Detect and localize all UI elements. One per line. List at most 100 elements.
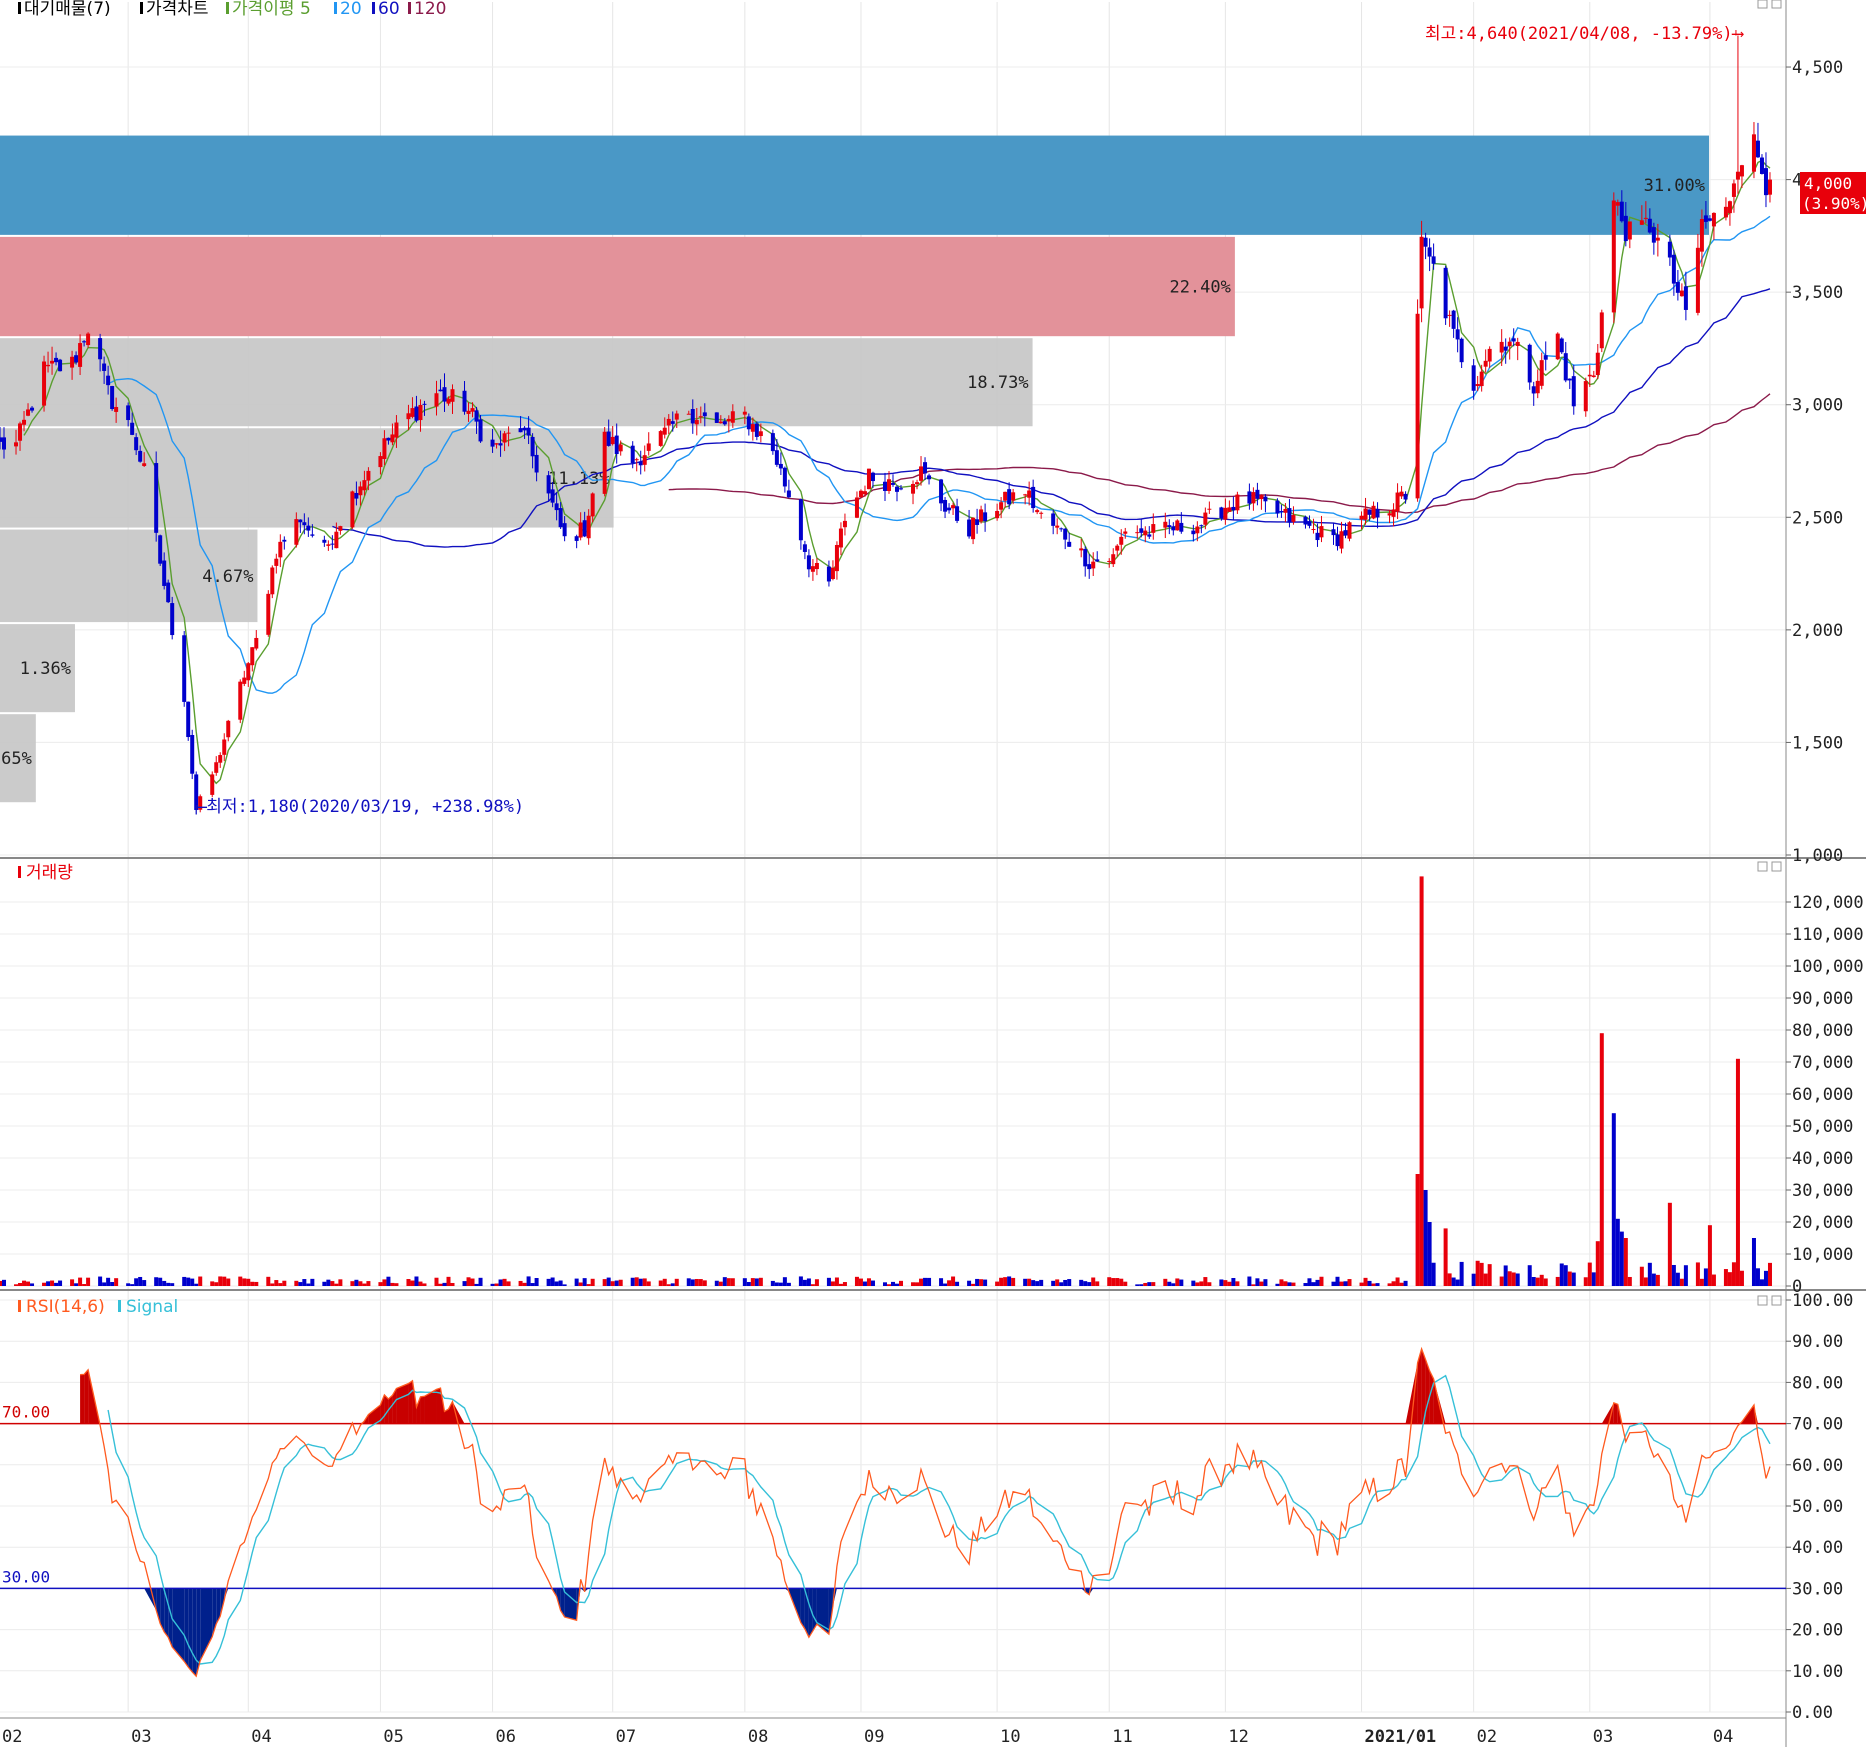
volume-bar: [1259, 1282, 1263, 1286]
candle-body: [535, 455, 539, 473]
candle-body: [575, 536, 579, 541]
volume-bar: [1612, 1113, 1616, 1286]
candle-body: [1259, 495, 1263, 499]
candle-body: [1083, 549, 1087, 566]
volume-legend: 거래량: [18, 863, 73, 883]
volume-bar: [1227, 1282, 1231, 1286]
candle-body: [447, 399, 451, 404]
volume-bar: [1123, 1282, 1127, 1286]
candle-body: [1488, 349, 1492, 362]
volume-bar: [1540, 1275, 1544, 1286]
volume-bar: [559, 1281, 563, 1286]
candle-body: [1207, 509, 1211, 510]
candle-body: [731, 411, 735, 422]
candle-body: [1456, 329, 1460, 339]
volume-bar: [126, 1283, 130, 1286]
volume-bar: [98, 1277, 102, 1286]
rsi-oversold-fill: [144, 1588, 156, 1610]
candle-body: [350, 491, 354, 527]
volume-bar: [1652, 1274, 1656, 1286]
price-tick-label: 2,500: [1792, 508, 1843, 528]
volume-bar: [575, 1279, 579, 1286]
volume-bar: [555, 1281, 559, 1286]
candle-body: [915, 482, 919, 484]
volume-bar: [951, 1277, 955, 1286]
candle-body: [1007, 489, 1011, 504]
rsi-overbought-fill: [1614, 1403, 1618, 1424]
candle-body: [190, 735, 194, 774]
candle-body: [887, 479, 891, 491]
volume-bar: [218, 1276, 222, 1286]
month-label: 02: [2, 1727, 22, 1747]
candle-body: [106, 376, 110, 385]
candle-body: [22, 420, 26, 425]
volume-bar: [1135, 1284, 1139, 1286]
volume-bar: [715, 1281, 719, 1286]
candle-body: [30, 408, 34, 411]
candle-body: [663, 428, 667, 435]
candle-body: [1167, 525, 1171, 527]
volume-bar: [1560, 1263, 1564, 1286]
volume-bar: [863, 1282, 867, 1286]
candle-body: [503, 433, 507, 442]
volume-bar: [871, 1281, 875, 1286]
candle-body: [1432, 256, 1436, 263]
volume-bar: [1424, 1190, 1428, 1286]
candle-body: [1291, 515, 1295, 522]
stock-chart[interactable]: 31.00%22.40%18.73%11.13%4.67%1.36%0.65% …: [0, 0, 1866, 1751]
volume-bar: [955, 1282, 959, 1286]
volume-bar: [442, 1283, 446, 1286]
candle-body: [54, 358, 58, 362]
candle-body: [134, 437, 138, 450]
volume-bar: [170, 1283, 174, 1286]
candle-body: [1540, 360, 1544, 386]
volume-bar: [1023, 1279, 1027, 1286]
volume-bar: [975, 1279, 979, 1286]
volume-bar: [699, 1279, 703, 1286]
candle-body: [519, 428, 523, 432]
volume-bar: [1628, 1277, 1632, 1286]
candle-body: [170, 603, 174, 635]
candle-body: [1035, 510, 1039, 512]
candle-body: [322, 540, 326, 543]
candle-body: [1536, 381, 1540, 393]
volume-bar: [947, 1280, 951, 1286]
volume-bar: [50, 1281, 54, 1286]
candle-body: [951, 505, 955, 508]
volume-tick-label: 90,000: [1792, 989, 1853, 1009]
volume-bar: [919, 1279, 923, 1286]
candle-body: [1396, 493, 1400, 512]
candle-body: [142, 463, 146, 466]
candle-body: [747, 416, 751, 429]
volume-bar: [1231, 1278, 1235, 1286]
volume-bar: [499, 1279, 503, 1286]
volume-bar: [727, 1278, 731, 1286]
volume-bar: [659, 1281, 663, 1286]
candle-body: [1680, 291, 1684, 297]
volume-bar: [250, 1282, 254, 1286]
volume-bar: [306, 1284, 310, 1286]
candle-body: [531, 437, 535, 456]
volume-bar: [254, 1282, 258, 1286]
candle-body: [1476, 384, 1480, 386]
volume-bar: [891, 1282, 895, 1286]
month-label: 2021/01: [1365, 1727, 1437, 1747]
volume-bar: [779, 1283, 783, 1286]
candle-body: [1191, 531, 1195, 535]
volume-bar: [1596, 1241, 1600, 1286]
legend-label-price: 가격차트: [146, 0, 209, 19]
volume-bar: [210, 1281, 214, 1286]
legend-swatch-price: [140, 2, 143, 14]
volume-bar: [1480, 1263, 1484, 1286]
volume-bar: [747, 1282, 751, 1286]
candle-body: [1123, 531, 1127, 533]
volume-bar: [1279, 1279, 1283, 1286]
volume-bar: [1091, 1277, 1095, 1286]
candle-body: [98, 338, 102, 359]
volume-profile-label: 22.40%: [1169, 278, 1230, 298]
volume-bar: [1147, 1282, 1151, 1286]
volume-bar: [350, 1281, 354, 1286]
candle-body: [639, 462, 643, 466]
candle-body: [1195, 527, 1199, 534]
candle-body: [1568, 379, 1572, 381]
